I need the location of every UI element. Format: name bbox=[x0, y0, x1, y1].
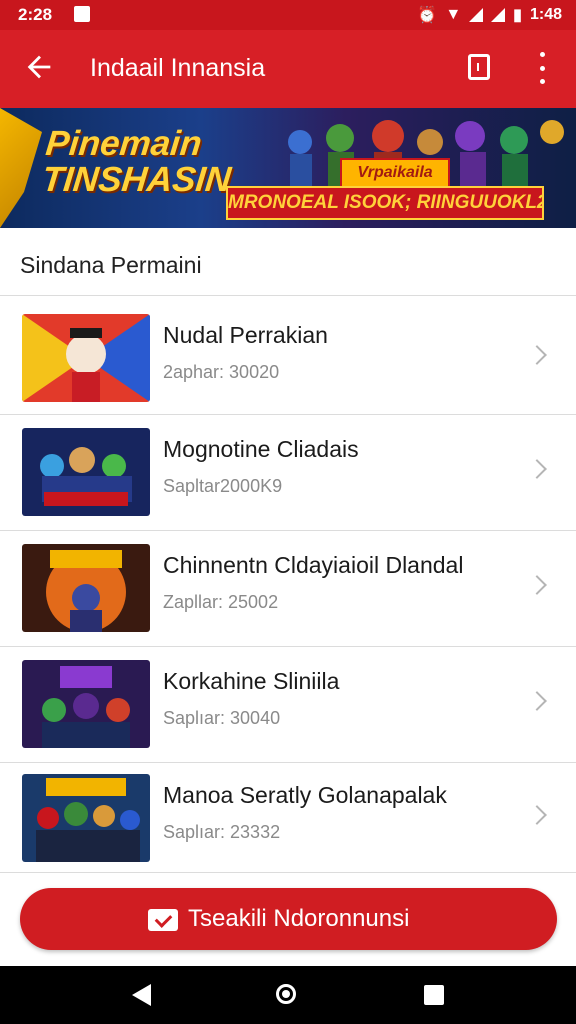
item-name: Chinnentn Cldayiaioil Dlandal bbox=[163, 552, 464, 578]
list-item[interactable]: Chinnentn Cldayiaioil Dlandal Zapllar: 2… bbox=[0, 532, 576, 648]
section-divider bbox=[0, 295, 576, 296]
item-name: Nudal Perrakian bbox=[163, 322, 328, 348]
nav-back-icon[interactable] bbox=[132, 984, 151, 1006]
item-subtitle: Saplıar: 30040 bbox=[163, 708, 281, 728]
message-check-icon bbox=[148, 909, 178, 931]
signal-icon bbox=[469, 8, 484, 22]
chevron-right-icon bbox=[527, 459, 547, 479]
row-divider bbox=[0, 872, 576, 873]
game-thumbnail bbox=[22, 774, 150, 862]
nav-home-icon[interactable] bbox=[276, 984, 296, 1004]
item-name: Manoa Seratly Golanapalak bbox=[163, 782, 447, 808]
nav-recents-icon[interactable] bbox=[424, 985, 444, 1005]
section-title: Sindana Permaini bbox=[20, 252, 202, 278]
status-time: 2:28 bbox=[18, 5, 53, 24]
banner-tagline: MRONOEAL ISOOK; RIINGUUOKL2 bbox=[226, 186, 544, 220]
item-subtitle: 2aphar: 30020 bbox=[163, 362, 280, 382]
more-vert-icon[interactable] bbox=[530, 52, 554, 84]
signal-icon-2 bbox=[491, 8, 506, 22]
status-icons: ⏰ ▼ ▮ 1:48 bbox=[417, 5, 562, 25]
item-subtitle: Zapllar: 25002 bbox=[163, 592, 279, 612]
banner-sign: Vrpaikaila bbox=[340, 158, 450, 188]
banner-headline: Pinemain TINSHASIN bbox=[40, 124, 236, 199]
list-item[interactable]: Manoa Seratly Golanapalak Saplıar: 23332 bbox=[0, 762, 576, 878]
system-nav-bar bbox=[0, 966, 576, 1024]
game-thumbnail bbox=[22, 660, 150, 748]
row-divider bbox=[0, 646, 576, 647]
game-thumbnail bbox=[22, 544, 150, 632]
status-bar: 2:28 ⏰ ▼ ▮ 1:48 bbox=[0, 0, 576, 30]
chevron-right-icon bbox=[527, 575, 547, 595]
page-title: Indaail Innansia bbox=[90, 54, 266, 82]
primary-action-button[interactable]: Tseakili Ndoronnunsi bbox=[20, 888, 557, 950]
battery-icon: ▮ bbox=[513, 7, 522, 24]
banner-headline-line1: Pinemain bbox=[43, 124, 204, 163]
banner-headline-line2: TINSHASIN bbox=[40, 160, 233, 199]
alarm-icon: ⏰ bbox=[417, 7, 438, 24]
row-divider bbox=[0, 414, 576, 415]
status-clock-right: 1:48 bbox=[529, 6, 562, 23]
item-name: Korkahine Sliniila bbox=[163, 668, 340, 694]
list-item[interactable]: Korkahine Sliniila Saplıar: 30040 bbox=[0, 648, 576, 764]
primary-action-label: Tseakili Ndoronnunsi bbox=[188, 905, 410, 932]
chevron-right-icon bbox=[527, 691, 547, 711]
row-divider bbox=[0, 530, 576, 531]
chevron-right-icon bbox=[527, 805, 547, 825]
list-item[interactable]: Mognotine Cliadais Sapltar2000K9 bbox=[0, 416, 576, 532]
back-arrow-icon[interactable] bbox=[22, 50, 56, 84]
app-bar: Indaail Innansia bbox=[0, 30, 576, 108]
list-item[interactable]: Nudal Perrakian 2aphar: 30020 bbox=[0, 302, 576, 418]
bookmark-icon[interactable] bbox=[468, 54, 490, 80]
game-thumbnail bbox=[22, 314, 150, 402]
game-thumbnail bbox=[22, 428, 150, 516]
item-name: Mognotine Cliadais bbox=[163, 436, 359, 462]
notification-icon bbox=[74, 6, 90, 22]
promo-banner[interactable]: Pinemain TINSHASIN Vrpaikaila MRONOEAL I… bbox=[0, 108, 576, 228]
wifi-icon: ▼ bbox=[445, 6, 462, 23]
chevron-right-icon bbox=[527, 345, 547, 365]
item-subtitle: Sapltar2000K9 bbox=[163, 476, 283, 496]
item-subtitle: Saplıar: 23332 bbox=[163, 822, 281, 842]
